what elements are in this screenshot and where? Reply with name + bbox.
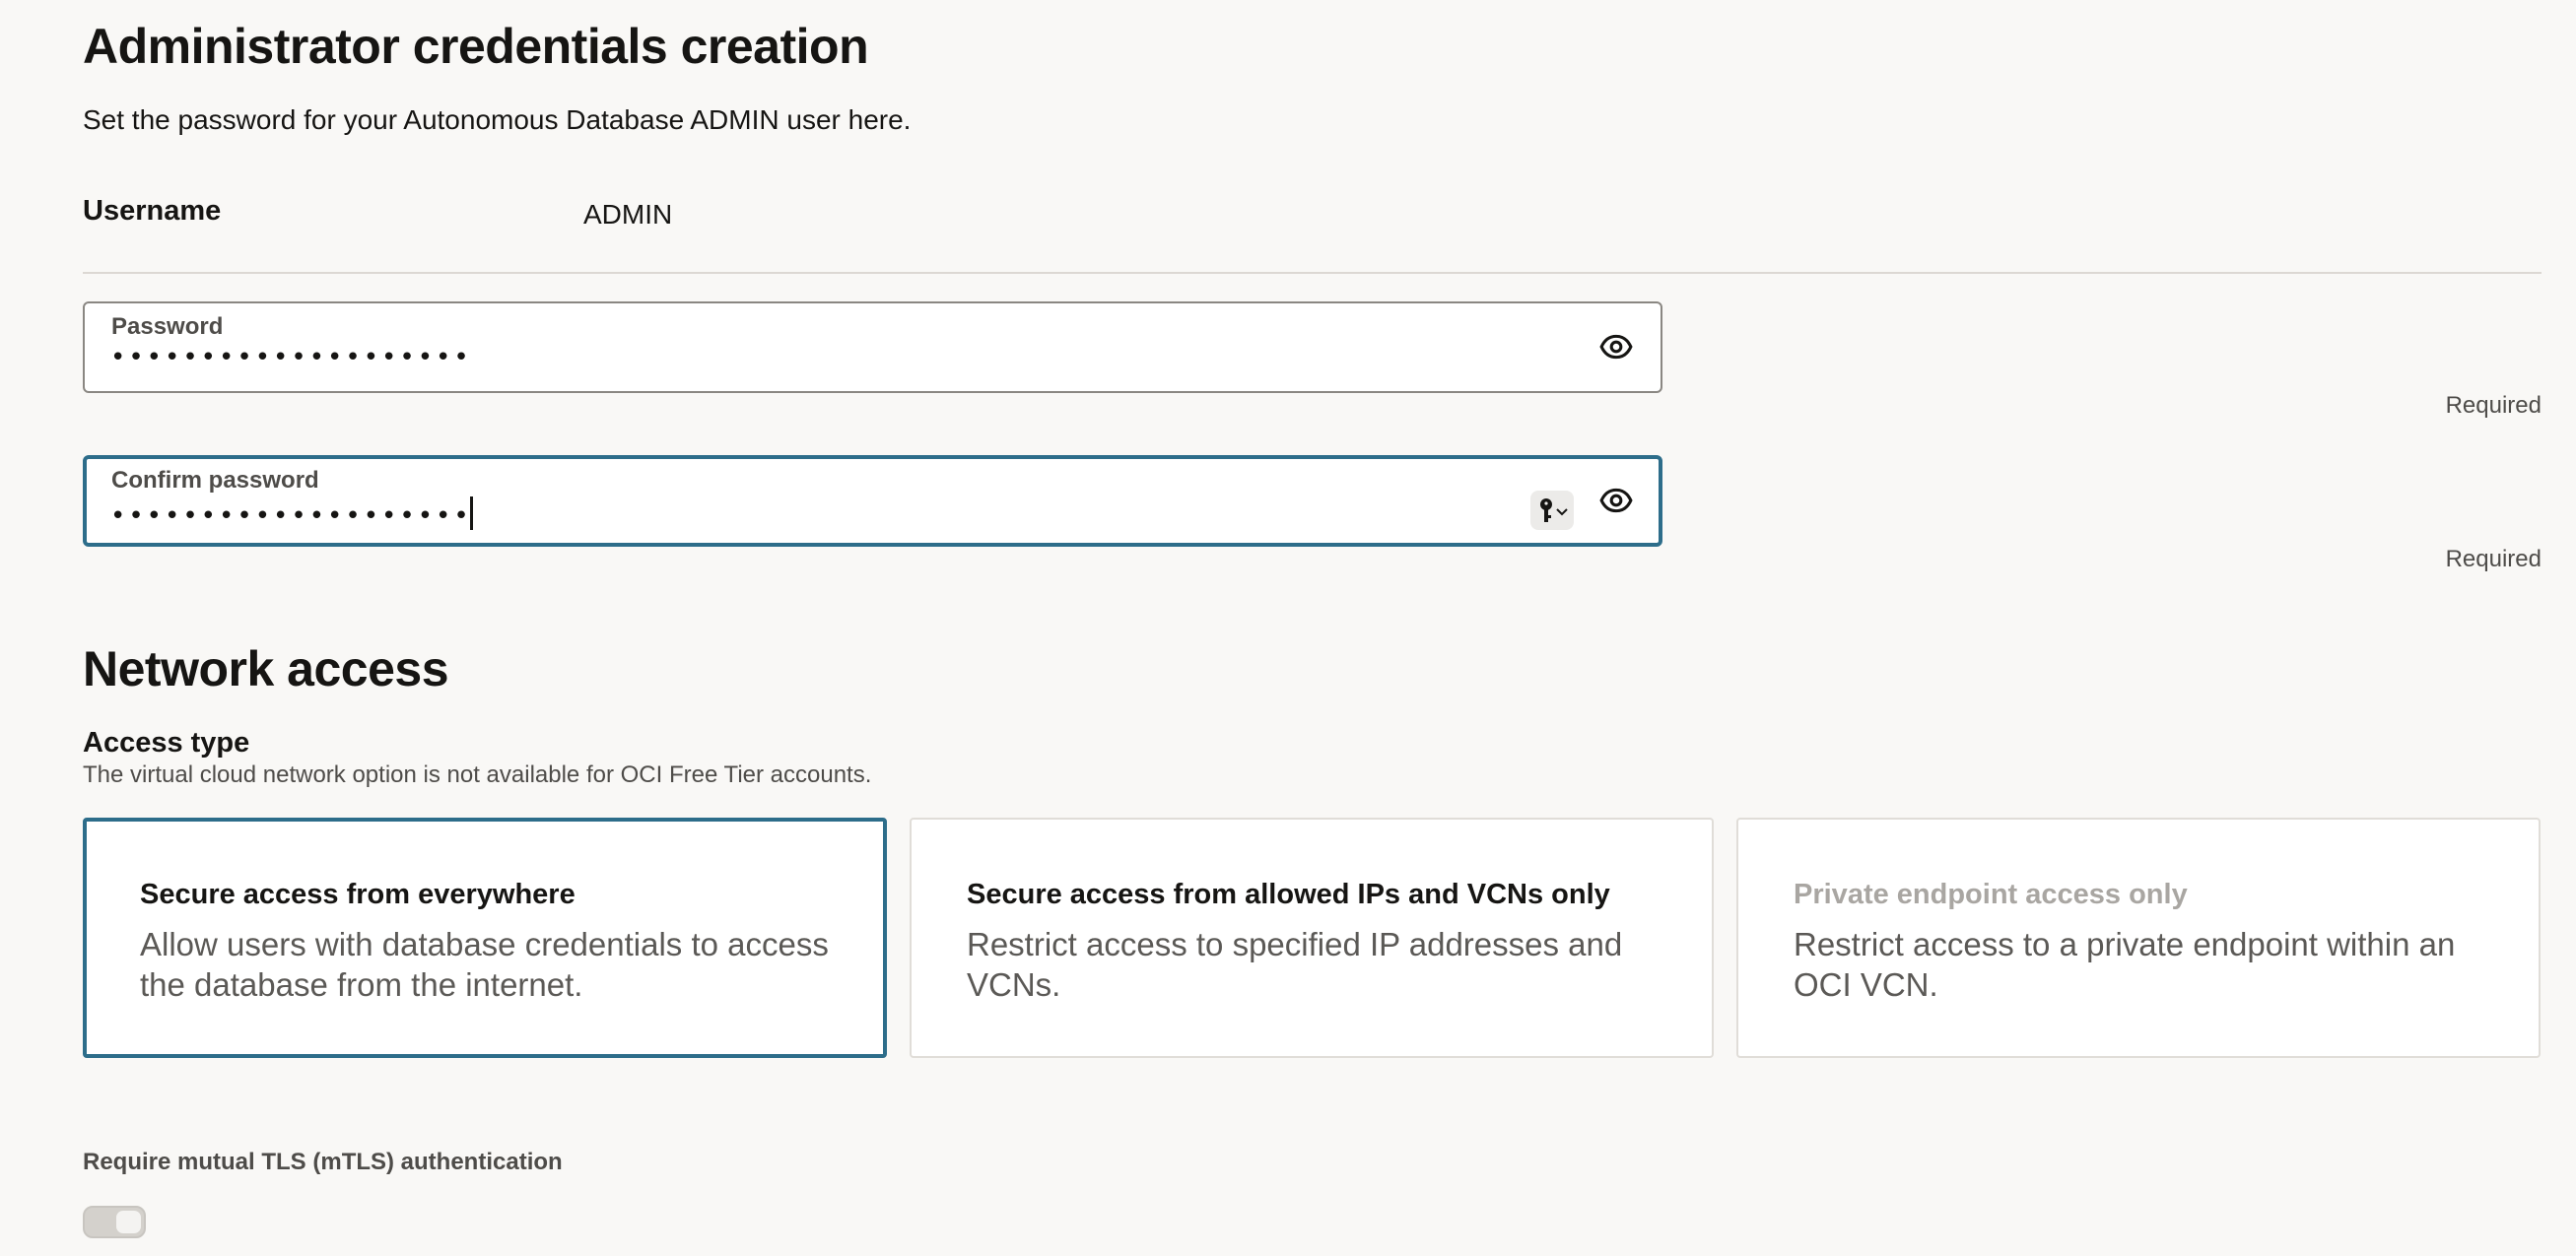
confirm-password-label: Confirm password bbox=[111, 467, 319, 494]
network-access-title: Network access bbox=[83, 641, 449, 696]
access-option-title: Secure access from allowed IPs and VCNs … bbox=[967, 879, 1610, 910]
credentials-intro: Set the password for your Autonomous Dat… bbox=[83, 104, 912, 135]
access-option-allowed-ips[interactable]: Secure access from allowed IPs and VCNs … bbox=[910, 818, 1714, 1058]
access-type-label: Access type bbox=[83, 727, 250, 759]
access-option-everywhere[interactable]: Secure access from everywhere Allow user… bbox=[83, 818, 887, 1058]
username-value: ADMIN bbox=[583, 199, 673, 230]
access-option-private-endpoint: Private endpoint access only Restrict ac… bbox=[1736, 818, 2541, 1058]
text-caret bbox=[469, 496, 473, 530]
password-field[interactable]: Password •••••••••••••••••••• bbox=[83, 301, 1662, 393]
mtls-label: Require mutual TLS (mTLS) authentication bbox=[83, 1149, 563, 1175]
confirm-password-value: •••••••••••••••••••• bbox=[110, 501, 472, 531]
password-label: Password bbox=[111, 313, 224, 340]
access-option-description: Restrict access to specified IP addresse… bbox=[967, 926, 1623, 1003]
password-manager-button[interactable] bbox=[1530, 491, 1574, 530]
section-divider bbox=[83, 272, 2542, 274]
access-type-hint: The virtual cloud network option is not … bbox=[83, 761, 872, 788]
confirm-password-required-hint: Required bbox=[2445, 546, 2542, 572]
chevron-down-icon bbox=[1556, 508, 1568, 516]
access-option-title: Secure access from everywhere bbox=[140, 879, 576, 910]
password-input[interactable]: •••••••••••••••••••• bbox=[110, 343, 472, 372]
username-label: Username bbox=[83, 195, 222, 227]
eye-icon[interactable] bbox=[1599, 330, 1633, 364]
credentials-title: Administrator credentials creation bbox=[83, 19, 869, 74]
confirm-password-field[interactable]: Confirm password •••••••••••••••••••• bbox=[83, 455, 1662, 547]
access-option-description: Restrict access to a private endpoint wi… bbox=[1794, 926, 2456, 1003]
access-option-title: Private endpoint access only bbox=[1794, 879, 2188, 910]
confirm-password-input[interactable]: •••••••••••••••••••• bbox=[110, 496, 473, 531]
toggle-knob bbox=[116, 1211, 141, 1233]
access-option-description: Allow users with database credentials to… bbox=[140, 926, 829, 1003]
mtls-toggle[interactable] bbox=[83, 1206, 146, 1238]
eye-icon[interactable] bbox=[1599, 484, 1633, 517]
password-required-hint: Required bbox=[2445, 392, 2542, 419]
